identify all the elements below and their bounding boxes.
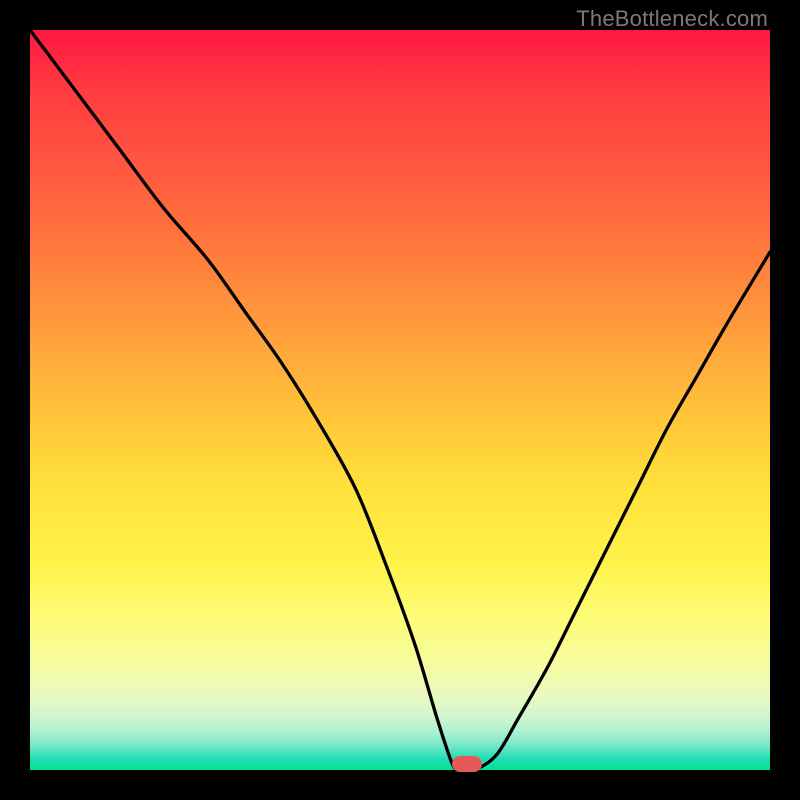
chart-frame: TheBottleneck.com: [0, 0, 800, 800]
curve-svg: [30, 30, 770, 770]
optimum-marker: [452, 756, 482, 772]
plot-area: [30, 30, 770, 770]
bottleneck-curve: [30, 30, 770, 771]
attribution-text: TheBottleneck.com: [576, 6, 768, 32]
